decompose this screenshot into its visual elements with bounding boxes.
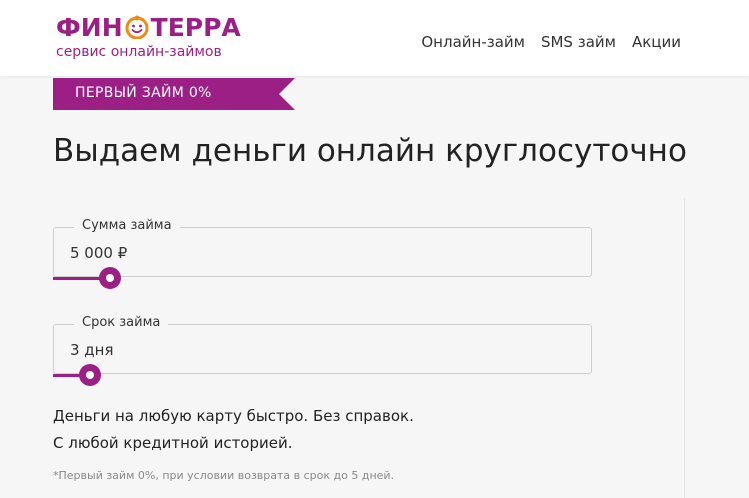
main-nav: Онлайн-займ SMS займ Акции	[421, 33, 681, 51]
nav-online-loan[interactable]: Онлайн-займ	[421, 33, 525, 51]
logo-brand-left: ФИН	[56, 12, 123, 42]
logo-brand: ФИН ТЕРРА	[56, 10, 241, 44]
loan-amount-value: 5 000 ₽	[70, 244, 128, 262]
promo-ribbon-label: ПЕРВЫЙ ЗАЙМ 0%	[75, 85, 212, 101]
promo-ribbon[interactable]: ПЕРВЫЙ ЗАЙМ 0%	[53, 78, 295, 110]
nav-promotions[interactable]: Акции	[632, 33, 681, 51]
logo-tagline: сервис онлайн-займов	[56, 44, 222, 60]
description-line-1: Деньги на любую карту быстро. Без справо…	[53, 407, 414, 425]
loan-term-slider-handle[interactable]	[79, 364, 102, 386]
site-header: ФИН ТЕРРА сервис онлайн-займов Онлайн-за…	[0, 0, 749, 76]
loan-term-slider-track	[53, 374, 592, 376]
face-coin-icon	[125, 15, 149, 39]
loan-amount-label: Сумма займа	[74, 218, 180, 233]
promo-footnote: *Первый займ 0%, при условии возврата в …	[53, 469, 395, 482]
loan-amount-slider[interactable]	[53, 266, 592, 290]
nav-sms-loan[interactable]: SMS займ	[541, 33, 616, 51]
panel-divider	[684, 198, 685, 498]
loan-term-slider[interactable]	[53, 363, 592, 387]
logo-brand-right: ТЕРРА	[150, 12, 241, 42]
loan-term-value: 3 дня	[70, 341, 114, 359]
logo[interactable]: ФИН ТЕРРА сервис онлайн-займов	[56, 10, 241, 66]
description-line-2: С любой кредитной историей.	[53, 434, 293, 452]
loan-amount-slider-handle[interactable]	[99, 267, 122, 289]
page-title: Выдаем деньги онлайн круглосуточно	[53, 133, 687, 169]
loan-amount-slider-track	[53, 277, 592, 279]
loan-term-label: Срок займа	[74, 315, 169, 330]
